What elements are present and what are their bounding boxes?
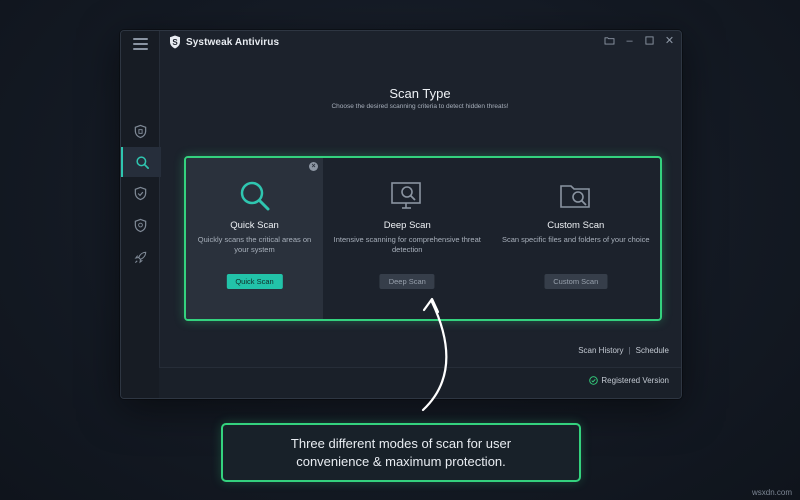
- folder-icon[interactable]: [604, 35, 615, 46]
- callout-box: Three different modes of scan for user c…: [221, 423, 581, 482]
- sidebar: [121, 31, 161, 398]
- deep-scan-button[interactable]: Deep Scan: [379, 274, 435, 289]
- close-icon[interactable]: ✕: [664, 35, 675, 47]
- search-icon: [135, 155, 149, 169]
- maximize-icon[interactable]: [644, 35, 655, 46]
- callout-text: Three different modes of scan for user c…: [290, 435, 512, 469]
- rocket-icon: [134, 251, 146, 263]
- shield-icon: [134, 218, 146, 232]
- card-description: Intensive scanning for comprehensive thr…: [333, 235, 481, 254]
- registration-status: Registered Version: [589, 376, 669, 385]
- card-description: Quickly scans the critical areas on your…: [197, 235, 312, 254]
- scan-history-link[interactable]: Scan History: [578, 346, 623, 355]
- watermark-text: wsxdn.com: [751, 488, 792, 497]
- custom-scan-card[interactable]: Custom Scan Scan specific files and fold…: [492, 158, 661, 319]
- sidebar-item-security[interactable]: [121, 210, 159, 240]
- card-title: Custom Scan: [547, 220, 605, 231]
- link-separator: |: [628, 346, 631, 355]
- page-title: Scan Type: [389, 86, 451, 101]
- sidebar-item-protection[interactable]: [121, 178, 159, 208]
- monitor-search-icon: [391, 182, 422, 209]
- quick-scan-card[interactable]: × Quick Scan Quickly scans the critical …: [186, 158, 323, 319]
- hamburger-menu-icon[interactable]: [133, 38, 148, 50]
- magnifier-icon: [240, 181, 269, 211]
- window-controls: – ✕: [604, 35, 675, 47]
- close-icon[interactable]: ×: [309, 162, 318, 171]
- sidebar-item-scan[interactable]: [121, 147, 161, 177]
- card-title: Deep Scan: [383, 220, 431, 231]
- shield-check-icon: [134, 186, 146, 200]
- minimize-icon[interactable]: –: [624, 35, 635, 47]
- registered-version-label: Registered Version: [601, 376, 669, 385]
- card-description: Scan specific files and folders of your …: [501, 235, 650, 244]
- arrow-icon: [421, 297, 448, 412]
- footer-links: Scan History | Schedule: [578, 346, 669, 355]
- shield-home-icon: [134, 124, 146, 138]
- card-title: Quick Scan: [230, 220, 279, 231]
- folder-search-icon: [559, 185, 590, 208]
- schedule-link[interactable]: Schedule: [636, 346, 669, 355]
- quick-scan-button[interactable]: Quick Scan: [226, 274, 283, 289]
- title-bar: S Systweak Antivirus – ✕: [159, 31, 681, 53]
- systweak-logo-icon: S: [170, 35, 180, 49]
- custom-scan-button[interactable]: Custom Scan: [544, 274, 608, 289]
- check-circle-icon: [589, 376, 599, 385]
- sidebar-item-home[interactable]: [121, 116, 159, 146]
- svg-text:S: S: [172, 38, 178, 47]
- app-title: Systweak Antivirus: [186, 36, 280, 48]
- page-subtitle: Choose the desired scanning criteria to …: [331, 103, 509, 110]
- sidebar-item-booster[interactable]: [121, 242, 159, 272]
